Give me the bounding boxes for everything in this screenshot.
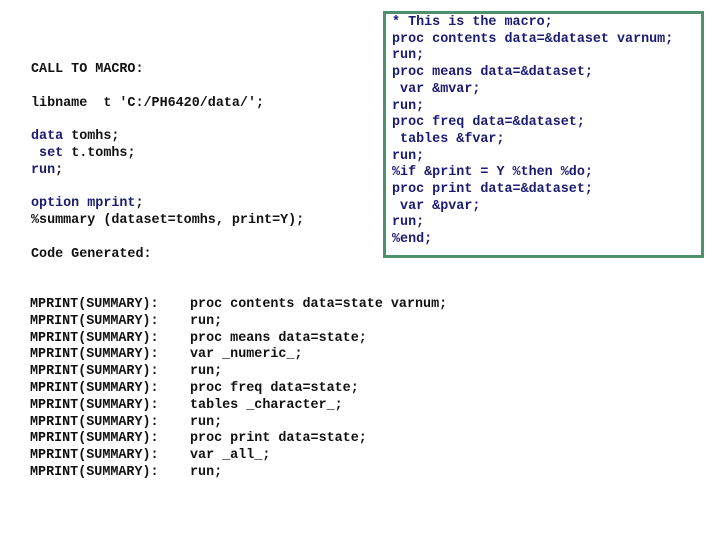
keyword: set [31, 146, 64, 161]
macro-code-line: run; [392, 148, 425, 164]
mprint-code: run; [190, 364, 223, 380]
code-text: tomhs; [63, 129, 120, 144]
mprint-label: MPRINT(SUMMARY): [30, 313, 159, 329]
mprint-code: proc freq data=state; [190, 381, 359, 396]
macro-code-line: run; [392, 215, 425, 231]
mprint-code: run; [190, 313, 223, 329]
keyword: data [31, 129, 64, 144]
code-text: t.tomhs; [63, 146, 136, 161]
mprint-label: MPRINT(SUMMARY): [30, 397, 159, 413]
macro-code-line: * This is the macro; [392, 15, 553, 30]
call-heading: CALL TO MACRO: [31, 62, 144, 77]
macro-code-line: tables &fvar; [392, 131, 505, 147]
libname-statement: libname t 'C:/PH6420/data/'; [31, 96, 265, 111]
mprint-code: tables _character_; [190, 397, 343, 413]
macro-code-line: proc means data=&dataset; [392, 65, 593, 81]
mprint-code: run; [190, 465, 223, 480]
macro-code-line: %end; [392, 232, 433, 248]
macro-call: %summary (dataset=tomhs, print=Y); [31, 213, 305, 228]
mprint-code: proc print data=state; [190, 431, 367, 447]
code-text: ; [55, 163, 64, 178]
macro-code-line: run; [392, 98, 425, 114]
macro-code-line: proc freq data=&dataset; [392, 115, 585, 131]
macro-code-line: proc print data=&dataset; [392, 182, 593, 197]
data-step-line: data tomhs; [31, 129, 119, 146]
mprint-label: MPRINT(SUMMARY): [30, 364, 159, 380]
mprint-label: MPRINT(SUMMARY): [30, 330, 159, 346]
code-text: ; [135, 196, 144, 211]
macro-code-line: %if &print = Y %then %do; [392, 165, 593, 181]
mprint-code: proc means data=state; [190, 330, 367, 346]
mprint-code: run; [190, 414, 223, 430]
option-statement: option mprint; [31, 196, 144, 213]
keyword: option mprint [31, 196, 136, 211]
data-step-line: run; [31, 163, 63, 180]
generated-heading: Code Generated: [31, 247, 152, 262]
macro-code-line: proc contents data=&dataset varnum; [392, 31, 674, 47]
mprint-code: proc contents data=state varnum; [190, 297, 448, 312]
macro-code-line: var &pvar; [392, 198, 481, 214]
mprint-code: var _all_; [190, 448, 271, 464]
macro-code-line: var &mvar; [392, 81, 481, 97]
mprint-label: MPRINT(SUMMARY): [30, 465, 159, 480]
mprint-label: MPRINT(SUMMARY): [30, 297, 159, 312]
mprint-label: MPRINT(SUMMARY): [30, 431, 159, 447]
mprint-label: MPRINT(SUMMARY): [30, 448, 159, 464]
mprint-code: var _numeric_; [190, 347, 303, 363]
keyword: run [31, 163, 56, 178]
mprint-label: MPRINT(SUMMARY): [30, 414, 159, 430]
mprint-label: MPRINT(SUMMARY): [30, 347, 159, 363]
macro-code-line: run; [392, 48, 425, 64]
data-step-line: set t.tomhs; [31, 146, 135, 163]
macro-definition-box: * This is the macro; proc contents data=&… [383, 11, 704, 258]
mprint-label: MPRINT(SUMMARY): [30, 381, 159, 396]
